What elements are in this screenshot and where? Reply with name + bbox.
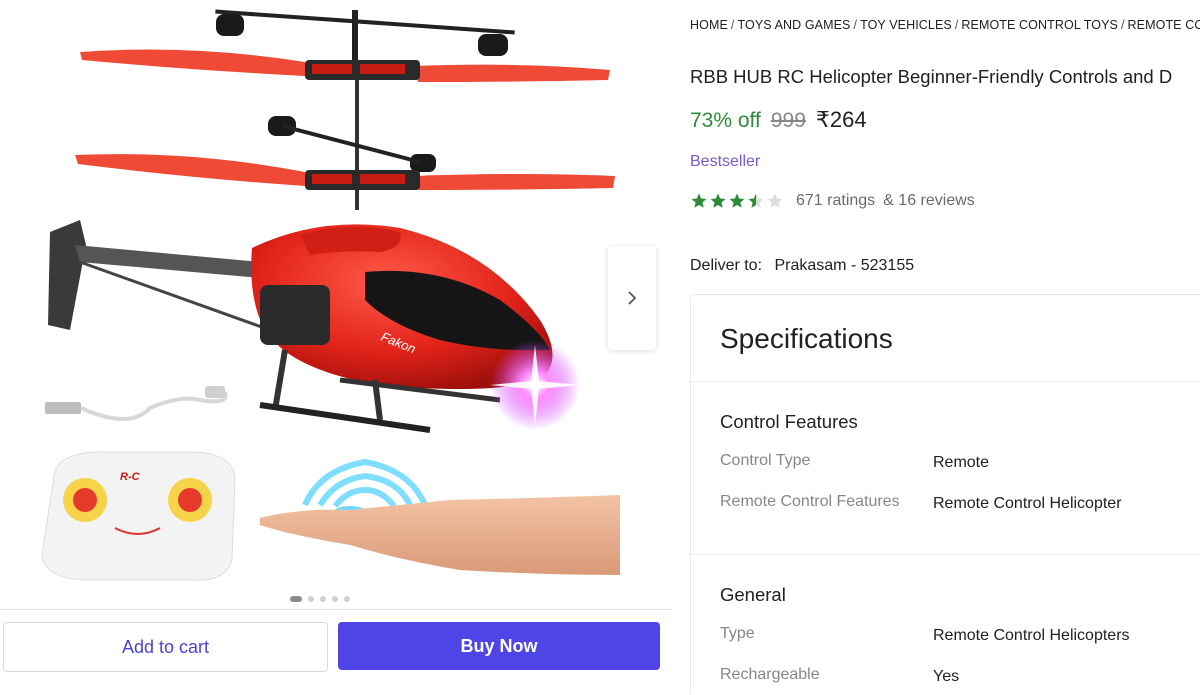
ratings-count: 671 ratings [796,192,876,209]
image-pagination [290,596,350,602]
selling-price: ₹264 [815,107,867,132]
original-price: 999 [770,109,806,132]
star-icon [767,193,783,208]
discount-label: 73% off [690,109,761,132]
deliver-location-value: Prakasam - 523155 [774,257,915,274]
breadcrumb-item[interactable]: TOY VEHICLES [860,18,952,32]
star-icon [710,193,726,208]
product-gallery: Fakon R-C Add to cart Buy Now [0,0,672,695]
breadcrumb-separator: / [954,18,959,32]
breadcrumb-item[interactable]: REMOTE CONTROL TOYS [961,18,1118,32]
specifications-title: Specifications [720,323,893,354]
breadcrumb-separator: / [853,18,858,32]
spec-value: Yes [933,668,960,685]
spec-key: Control Type [720,452,811,469]
next-image-button[interactable] [608,246,656,350]
pagination-dot[interactable] [308,596,314,602]
spec-value: Remote Control Helicopters [933,627,1130,644]
star-icon [691,193,707,208]
bestseller-badge: Bestseller [690,153,761,170]
breadcrumb-item[interactable]: REMOTE CONTR [1128,18,1200,32]
breadcrumb-separator: / [1120,18,1125,32]
spec-key: Rechargeable [720,666,820,683]
product-details: HOME / TOYS AND GAMES / TOY VEHICLES / REMOTE … [690,0,1200,694]
pagination-dot[interactable] [332,596,338,602]
pagination-dot[interactable] [290,596,302,602]
divider [691,381,1200,382]
breadcrumb-item[interactable]: TOYS AND GAMES [737,18,850,32]
spec-group-general: General [720,584,786,605]
buy-now-button[interactable]: Buy Now [338,622,660,670]
spec-key: Remote Control Features [720,493,900,510]
star-icon [748,193,764,208]
spec-value: Remote Control Helicopter [933,495,1122,512]
spec-group-control-features: Control Features [720,411,858,432]
add-to-cart-button[interactable]: Add to cart [3,622,328,672]
star-icon [729,193,745,208]
product-image[interactable]: Fakon R-C [20,0,620,585]
price-row: 73% off 999 ₹264 [690,107,867,133]
specifications-panel: Specifications Control Features Control … [690,294,1200,694]
product-title: RBB HUB RC Helicopter Beginner-Friendly … [690,66,1173,87]
breadcrumb-item[interactable]: HOME [690,18,728,32]
pagination-dot[interactable] [344,596,350,602]
rating-row[interactable]: 671 ratings & 16 reviews [690,192,975,210]
divider [691,554,1200,555]
delivery-location[interactable]: Deliver to: Prakasam - 523155 [690,257,914,275]
rating-stars [690,192,784,210]
remote-logo: R-C [120,471,141,483]
breadcrumb: HOME / TOYS AND GAMES / TOY VEHICLES / REMOTE … [690,18,1200,32]
deliver-label: Deliver to: [690,257,763,274]
action-bar: Add to cart Buy Now [0,609,672,695]
pagination-dot[interactable] [320,596,326,602]
reviews-count: & 16 reviews [883,192,975,209]
breadcrumb-separator: / [730,18,735,32]
chevron-right-icon [628,291,637,305]
spec-key: Type [720,625,755,642]
spec-value: Remote [933,454,990,471]
